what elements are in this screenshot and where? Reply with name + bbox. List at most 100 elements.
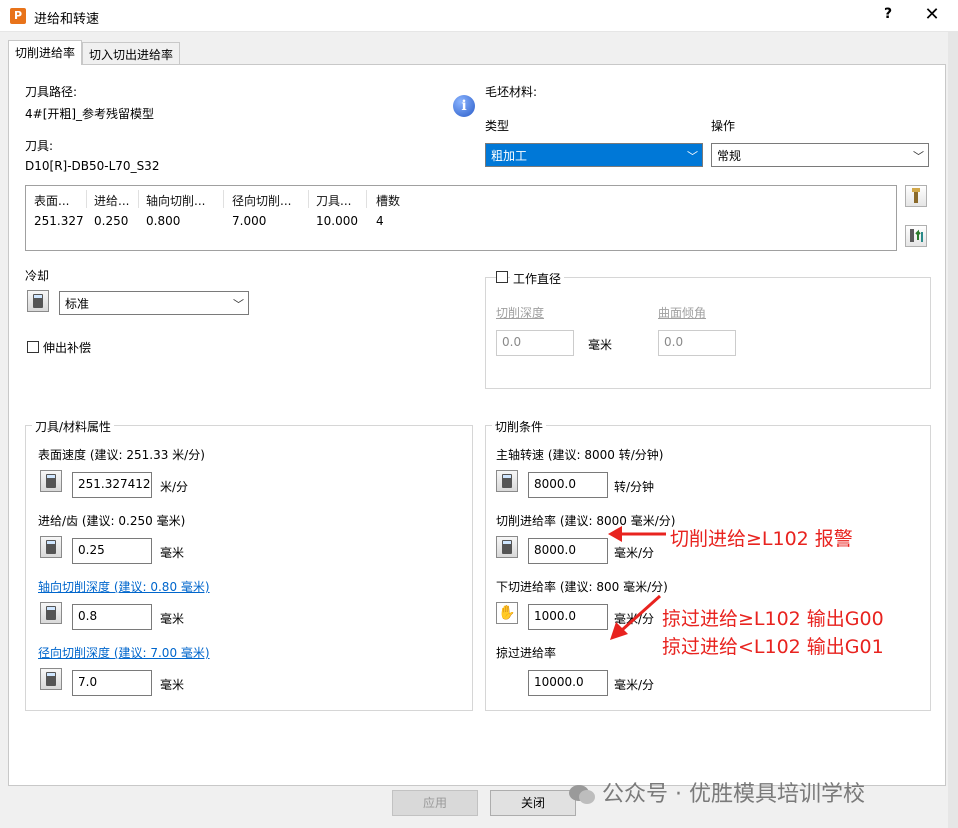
apply-button[interactable]: 应用 [392,790,478,816]
toolpath-label: 刀具路径: [25,85,78,99]
surface-speed-label: 表面速度 (建议: 251.33 米/分) [38,448,205,462]
extend-comp-checkbox[interactable] [27,341,39,353]
table-header[interactable]: 槽数 [376,192,400,209]
annotation-arrows [608,526,666,640]
cutting-conditions-title: 切削条件 [492,418,547,435]
coolant-calculator-icon[interactable] [27,290,49,312]
table-cell: 251.327 [34,214,84,228]
skim-feed-annotation-1: 掠过进给≥L102 输出G00 [662,608,884,630]
axial-depth-input[interactable]: 0.8 [72,604,152,630]
chevron-down-icon: ﹀ [913,150,924,163]
tool-edit-icon[interactable] [905,185,927,207]
working-diameter-group: 工作直径 切削深度 0.0 毫米 曲面倾角 0.0 [485,270,931,389]
table-cell: 7.000 [232,214,267,228]
cut-feed-arrowhead [608,526,622,542]
stock-material-label: 毛坯材料: [485,85,538,99]
info-icon[interactable]: i [453,95,475,117]
surface-speed-unit: 米/分 [160,480,189,494]
table-header[interactable]: 径向切削... [232,192,291,209]
surface-speed-calculator-icon[interactable] [40,470,62,492]
radial-depth-link[interactable]: 径向切削深度 (建议: 7.00 毫米) [38,644,210,661]
cut-feed-calculator-icon[interactable] [496,536,518,558]
watermark-text: 公众号 · 优胜模具培训学校 [602,782,865,807]
title-bar: P 进给和转速 ? ✕ [0,0,958,32]
type-label: 类型 [485,119,510,133]
feed-per-tooth-calculator-icon[interactable] [40,536,62,558]
hand-icon[interactable]: ✋ [496,602,518,624]
table-cell: 0.250 [94,214,129,228]
working-diameter-title: 工作直径 [510,270,565,287]
cut-depth-input[interactable]: 0.0 [496,330,574,356]
background-window-edge [948,32,958,828]
tab-cutting-feed[interactable]: 切削进给率 [8,40,83,65]
table-cell: 0.800 [146,214,181,228]
skim-feed-label: 掠过进给率 [496,646,557,660]
axial-depth-unit: 毫米 [160,612,185,626]
column-divider [86,190,87,208]
tab-lead-feed[interactable]: 切入切出进给率 [82,42,181,64]
skim-feed-arrow [620,594,662,632]
cut-depth-unit: 毫米 [588,338,613,352]
chat-bubble-icon [569,785,595,804]
table-header[interactable]: 表面... [34,192,69,209]
skim-feed-input[interactable]: 10000.0 [528,670,608,696]
radial-depth-input[interactable]: 7.0 [72,670,152,696]
app-logo-icon: P [10,8,26,24]
working-diameter-checkbox[interactable] [496,271,508,283]
axial-depth-calculator-icon[interactable] [40,602,62,624]
feed-per-tooth-unit: 毫米 [160,546,185,560]
skim-feed-annotation-2: 掠过进给<L102 输出G01 [662,636,884,658]
type-select[interactable]: 粗加工 ﹀ [485,143,703,167]
help-button[interactable]: ? [878,6,898,22]
coolant-select-value: 标准 [65,297,90,311]
tool-data-table: 表面... 进给... 轴向切削... 径向切削... 刀具... 槽数 251… [25,185,897,251]
close-button[interactable]: 关闭 [490,790,576,816]
column-divider [366,190,367,208]
table-header[interactable]: 刀具... [316,192,351,209]
tool-sync-icon[interactable] [905,225,927,247]
table-header[interactable]: 轴向切削... [146,192,205,209]
feed-per-tooth-label: 进给/齿 (建议: 0.250 毫米) [38,514,186,528]
spindle-calculator-icon[interactable] [496,470,518,492]
feed-per-tooth-input[interactable]: 0.25 [72,538,152,564]
radial-depth-unit: 毫米 [160,678,185,692]
window-title: 进给和转速 [34,12,100,27]
operation-label: 操作 [711,119,736,133]
column-divider [138,190,139,208]
column-divider [223,190,224,208]
coolant-select[interactable]: 标准 ﹀ [59,291,249,315]
axial-depth-link[interactable]: 轴向切削深度 (建议: 0.80 毫米) [38,578,210,595]
skim-feed-unit: 毫米/分 [614,678,655,692]
spindle-speed-label: 主轴转速 (建议: 8000 转/分钟) [496,448,664,462]
table-cell: 10.000 [316,214,358,228]
tool-value: D10[R]-DB50-L70_S32 [25,159,160,173]
column-divider [308,190,309,208]
close-window-button[interactable]: ✕ [920,4,944,25]
extend-comp-label: 伸出补偿 [43,341,92,355]
table-header[interactable]: 进给... [94,192,129,209]
operation-select[interactable]: 常规 ﹀ [711,143,929,167]
dialog-body: 切削进给率 切入切出进给率 刀具路径: 4#[开粗]_参考残留模型 刀具: D1… [0,32,958,828]
cutting-conditions-group: 切削条件 主轴转速 (建议: 8000 转/分钟) 8000.0 转/分钟 切削… [485,418,931,711]
surface-angle-input[interactable]: 0.0 [658,330,736,356]
skim-feed-arrowhead [610,622,628,640]
tool-material-title: 刀具/材料属性 [32,418,115,435]
cut-feed-input[interactable]: 8000.0 [528,538,608,564]
table-cell: 4 [376,214,384,228]
spindle-speed-unit: 转/分钟 [614,480,655,494]
chevron-down-icon: ﹀ [233,298,244,311]
chevron-down-icon: ﹀ [687,150,698,163]
tool-label: 刀具: [25,139,54,153]
plunge-feed-input[interactable]: 1000.0 [528,604,608,630]
type-select-value: 粗加工 [491,149,528,163]
operation-select-value: 常规 [717,149,742,163]
coolant-label: 冷却 [25,269,50,283]
toolpath-value: 4#[开粗]_参考残留模型 [25,107,155,121]
surface-speed-input[interactable]: 251.327412 [72,472,152,498]
spindle-speed-input[interactable]: 8000.0 [528,472,608,498]
cut-depth-label: 切削深度 [496,306,545,320]
tool-material-group: 刀具/材料属性 表面速度 (建议: 251.33 米/分) 251.327412… [25,418,473,711]
watermark: 公众号 · 优胜模具培训学校 [568,776,865,808]
radial-depth-calculator-icon[interactable] [40,668,62,690]
surface-angle-label: 曲面倾角 [658,306,707,320]
